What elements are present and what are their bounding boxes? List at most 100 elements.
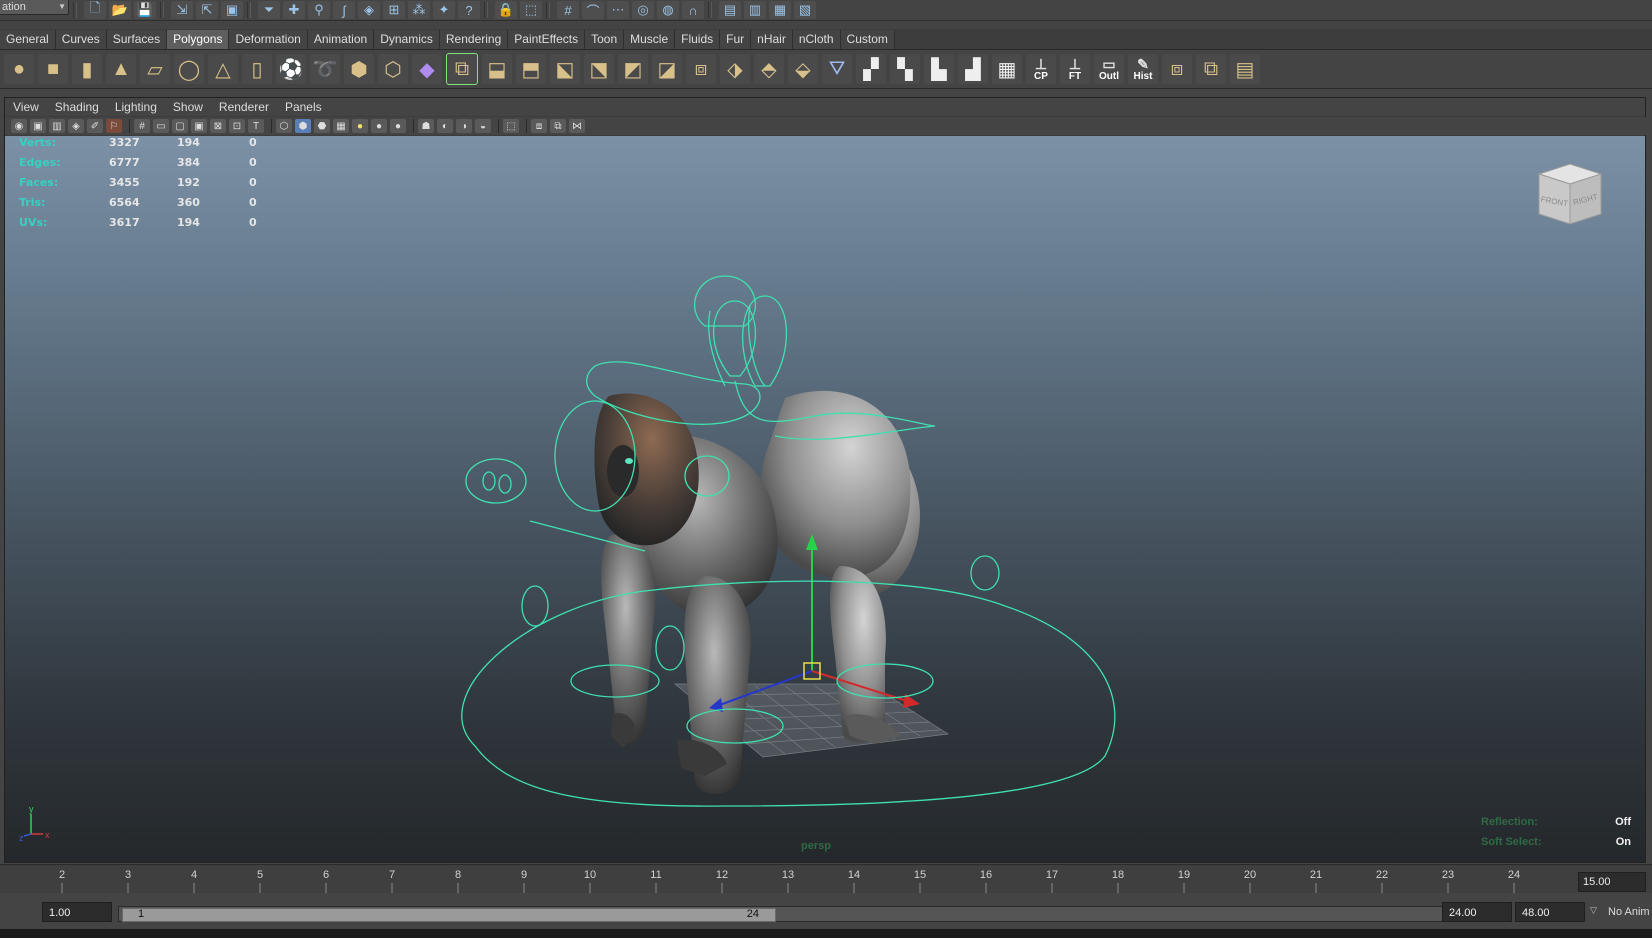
view-cube[interactable]: FRONT RIGHT <box>1535 160 1605 230</box>
start-time-field[interactable]: 1.00 <box>42 902 112 922</box>
lock-selection-icon[interactable]: 🔒 <box>495 1 517 19</box>
time-slider[interactable]: 2 3 4 5 6 7 8 9 10 11 12 13 14 15 16 17 18 19 20 21 22 23 24 1… <box>0 864 1652 893</box>
ipr-render-icon[interactable]: ▧ <box>794 1 816 19</box>
history-button[interactable]: ✎ Hist <box>1128 54 1158 84</box>
make-live-icon[interactable]: ◍ <box>657 1 679 19</box>
append-polygon-icon[interactable]: ⬔ <box>584 54 614 84</box>
current-frame-field[interactable]: 15.00 <box>1578 872 1646 892</box>
render-view-icon[interactable]: ▥ <box>744 1 766 19</box>
range-handle[interactable]: 1 24 <box>122 908 776 922</box>
shelf-tab-custom[interactable]: Custom <box>840 30 895 49</box>
select-handles-icon[interactable]: ✚ <box>283 1 305 19</box>
merge-vertices-icon[interactable]: ⬗ <box>720 54 750 84</box>
motion-blur-icon[interactable]: ◐ <box>437 119 453 133</box>
poly-soccer-ball-icon[interactable]: ⚽ <box>276 54 306 84</box>
select-hierarchy-icon[interactable]: ⇲ <box>171 1 193 19</box>
share-icon[interactable]: ⋈ <box>569 119 585 133</box>
poly-plane-icon[interactable]: ▱ <box>140 54 170 84</box>
sew-uv-icon[interactable]: ▤ <box>1230 54 1260 84</box>
image-plane-icon[interactable]: ◈ <box>68 119 84 133</box>
panel-menu-renderer[interactable]: Renderer <box>211 100 277 114</box>
playback-range-bar[interactable]: 1 24 <box>118 906 1444 922</box>
outliner-button[interactable]: ▭ Outl <box>1094 54 1124 84</box>
poly-pipe-icon[interactable]: ▯ <box>242 54 272 84</box>
grid-toggle-icon[interactable]: # <box>134 119 150 133</box>
shelf-tab-toon[interactable]: Toon <box>585 30 625 49</box>
select-joints-icon[interactable]: ⚲ <box>308 1 330 19</box>
snap-point-icon[interactable]: ⋯ <box>607 1 629 19</box>
cp-button[interactable]: ⊥ CP <box>1026 54 1056 84</box>
shadows-icon[interactable]: ● <box>371 119 387 133</box>
combine-icon[interactable]: ⬢ <box>344 54 374 84</box>
poly-torus-icon[interactable]: ◯ <box>174 54 204 84</box>
select-deformations-icon[interactable]: ⊞ <box>383 1 405 19</box>
menu-set-selector[interactable]: ation ▼ <box>0 0 69 15</box>
shelf-tab-ncloth[interactable]: nCloth <box>792 30 841 49</box>
snap-view-plane-icon[interactable]: ◎ <box>632 1 654 19</box>
panel-menu-lighting[interactable]: Lighting <box>107 100 165 114</box>
render-frame-icon[interactable]: ▦ <box>769 1 791 19</box>
wedge-icon[interactable]: ⬙ <box>788 54 818 84</box>
select-object-icon[interactable]: ⇱ <box>196 1 218 19</box>
panel-menu-show[interactable]: Show <box>165 100 211 114</box>
shelf-tab-general[interactable]: General <box>0 30 56 49</box>
checker-uv-4-icon[interactable]: ▟ <box>958 54 988 84</box>
shelf-tab-curves[interactable]: Curves <box>55 30 107 49</box>
select-component-icon[interactable]: ▣ <box>221 1 243 19</box>
panel-menu-panels[interactable]: Panels <box>277 100 330 114</box>
shelf-tab-polygons[interactable]: Polygons <box>167 30 230 49</box>
construction-history-icon[interactable]: ▤ <box>719 1 741 19</box>
cut-uv-icon[interactable]: ⧉ <box>1196 54 1226 84</box>
select-camera-icon[interactable]: ◉ <box>11 119 27 133</box>
xray-joints-icon[interactable]: ⧉ <box>550 119 566 133</box>
gate-mask-icon[interactable]: ▣ <box>191 119 207 133</box>
wireframe-on-shaded-icon[interactable]: ⬣ <box>314 119 330 133</box>
xray-icon[interactable]: ⬚ <box>503 119 519 133</box>
resolution-gate-icon[interactable]: ▢ <box>172 119 188 133</box>
anti-alias-icon[interactable]: ◑ <box>456 119 472 133</box>
save-scene-icon[interactable]: 💾 <box>134 1 156 19</box>
anim-end-field[interactable]: 48.00 <box>1515 902 1585 922</box>
magnet-icon[interactable]: ∩ <box>682 1 704 19</box>
extrude-face-icon[interactable]: ⬓ <box>482 54 512 84</box>
checker-uv-5-icon[interactable]: ▦ <box>992 54 1022 84</box>
shelf-tab-fluids[interactable]: Fluids <box>675 30 721 49</box>
snap-grid-icon[interactable]: # <box>557 1 579 19</box>
shelf-tab-muscle[interactable]: Muscle <box>624 30 676 49</box>
collapse-icon[interactable]: ⬘ <box>754 54 784 84</box>
offset-edge-loop-icon[interactable]: ⧈ <box>686 54 716 84</box>
panel-menu-view[interactable]: View <box>5 100 47 114</box>
select-surfaces-icon[interactable]: ◈ <box>358 1 380 19</box>
shelf-tab-surfaces[interactable]: Surfaces <box>106 30 168 49</box>
poly-cube-icon[interactable]: ■ <box>38 54 68 84</box>
textured-icon[interactable]: ▦ <box>333 119 349 133</box>
shelf-tab-deformation[interactable]: Deformation <box>229 30 308 49</box>
ambient-occlusion-icon[interactable]: ☗ <box>418 119 434 133</box>
film-gate-icon[interactable]: ▭ <box>153 119 169 133</box>
select-dynamics-icon[interactable]: ⁂ <box>408 1 430 19</box>
panel-menu-shading[interactable]: Shading <box>47 100 107 114</box>
poly-helix-icon[interactable]: ➰ <box>310 54 340 84</box>
chevron-down-icon[interactable]: ▽ <box>1590 905 1597 916</box>
wireframe-icon[interactable]: ⬡ <box>276 119 292 133</box>
select-curves-icon[interactable]: ∫ <box>333 1 355 19</box>
poly-cone-icon[interactable]: ▲ <box>106 54 136 84</box>
snap-curve-icon[interactable]: ⌒ <box>582 1 604 19</box>
end-time-field[interactable]: 24.00 <box>1442 902 1512 922</box>
new-scene-icon[interactable]: 🗋 <box>84 0 106 19</box>
planar-mapping-icon[interactable]: ⛛ <box>822 54 852 84</box>
poly-cylinder-icon[interactable]: ▮ <box>72 54 102 84</box>
open-scene-icon[interactable]: 📂 <box>109 1 131 19</box>
poly-pyramid-icon[interactable]: △ <box>208 54 238 84</box>
separate-icon[interactable]: ⬡ <box>378 54 408 84</box>
checker-uv-1-icon[interactable]: ▞ <box>856 54 886 84</box>
depth-of-field-icon[interactable]: ◒ <box>475 119 491 133</box>
highlight-selection-icon[interactable]: ⬚ <box>520 1 542 19</box>
poly-sphere-icon[interactable]: ● <box>4 54 34 84</box>
selection-mask-icon[interactable]: ⏷ <box>258 1 280 19</box>
shelf-tab-nhair[interactable]: nHair <box>751 30 793 49</box>
shelf-tab-painteffects[interactable]: PaintEffects <box>508 30 586 49</box>
smooth-shade-icon[interactable]: ⬢ <box>295 119 311 133</box>
camera-attributes-icon[interactable]: ▣ <box>30 119 46 133</box>
shelf-tab-animation[interactable]: Animation <box>307 30 375 49</box>
